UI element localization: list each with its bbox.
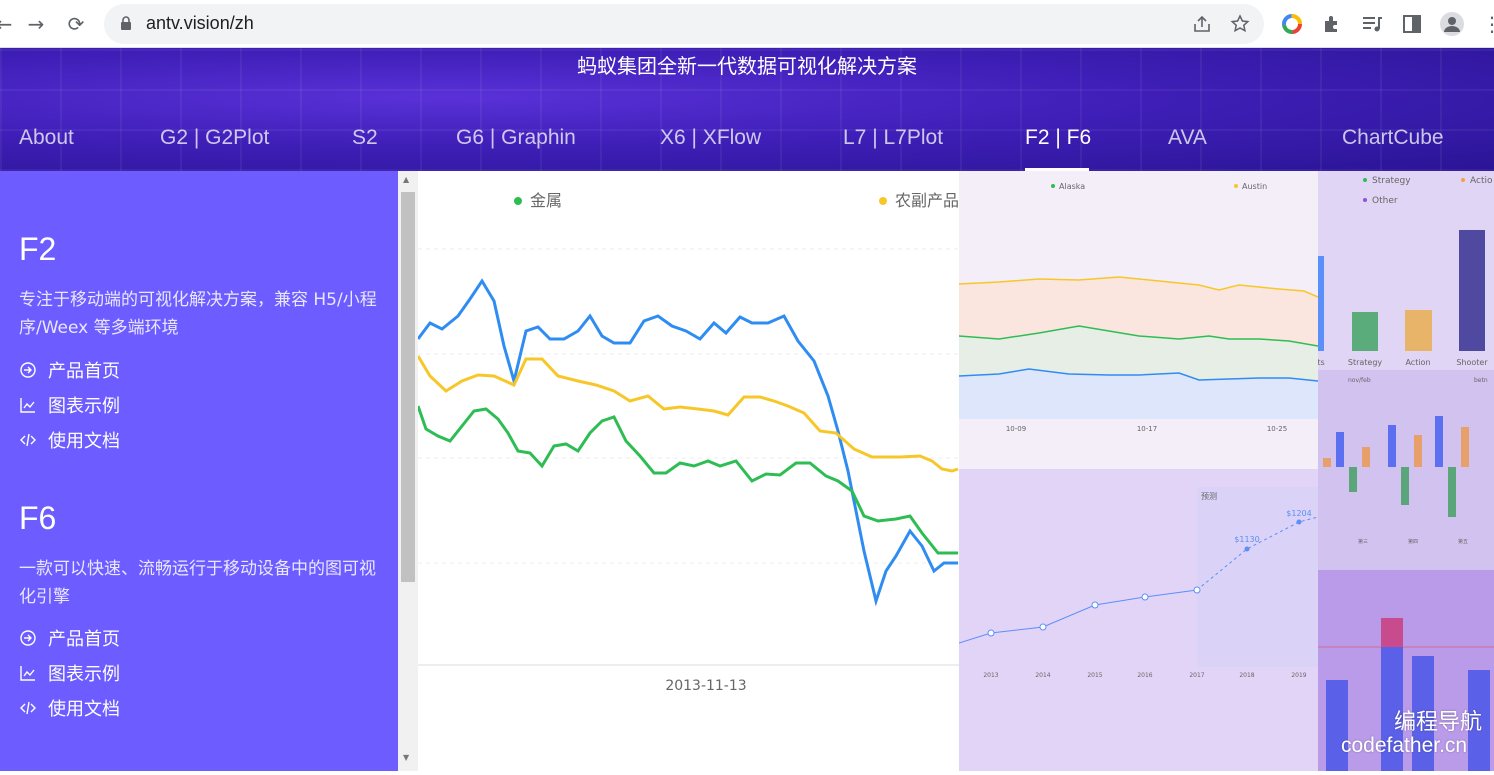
bookmark-star-icon[interactable] bbox=[1230, 14, 1250, 34]
forecast-value-2: $1204 bbox=[1286, 509, 1311, 518]
tab-ava[interactable]: AVA bbox=[1168, 126, 1207, 150]
line-chart-svg: 金属 农副产品 2013-11-13 bbox=[416, 191, 959, 694]
area-chart-svg: Alaska Austin 10-09 10-17 10-25 bbox=[958, 182, 1319, 433]
line-chart-icon bbox=[20, 666, 35, 681]
trend-year-6: 2018 bbox=[1239, 672, 1254, 679]
link-label[interactable]: 使用文档 bbox=[48, 427, 120, 453]
watermark-url: codefather.cn bbox=[1341, 734, 1468, 757]
media-queue-icon[interactable] bbox=[1360, 12, 1384, 36]
thumbnail-area-chart[interactable]: Alaska Austin 10-09 10-17 10-25 bbox=[958, 171, 1319, 469]
green-series-line bbox=[416, 405, 958, 555]
section-title-f2: F2 bbox=[19, 231, 57, 267]
url-text[interactable]: antv.vision/zh bbox=[146, 13, 254, 34]
bar-tick-4: Shooter bbox=[1456, 358, 1488, 367]
trend-year-3: 2015 bbox=[1087, 672, 1102, 679]
bar-tick-3: Action bbox=[1405, 358, 1430, 367]
link-label[interactable]: 产品首页 bbox=[48, 625, 120, 651]
browser-toolbar: ← → ⟳ antv.vision/zh ⋮ bbox=[0, 0, 1494, 48]
forecast-label: 预测 bbox=[1201, 491, 1217, 501]
tab-g2[interactable]: G2 | G2Plot bbox=[160, 126, 269, 150]
code-icon bbox=[20, 433, 36, 447]
link-label[interactable]: 使用文档 bbox=[48, 695, 120, 721]
f6-examples-link[interactable]: 图表示例 bbox=[19, 660, 120, 686]
address-bar[interactable]: antv.vision/zh bbox=[104, 4, 1264, 44]
area-tick-3: 10-25 bbox=[1267, 425, 1287, 433]
area-tick-2: 10-17 bbox=[1137, 425, 1157, 433]
f6-home-link[interactable]: 产品首页 bbox=[19, 625, 120, 651]
back-arrow-icon[interactable]: ← bbox=[0, 10, 18, 38]
area-legend-austin: Austin bbox=[1242, 182, 1267, 191]
showcase-line-chart: 金属 农副产品 2013-11-13 bbox=[416, 171, 959, 771]
tab-g6[interactable]: G6 | Graphin bbox=[456, 126, 576, 150]
section-desc-f2: 专注于移动端的可视化解决方案，兼容 H5/小程序/Weex 等多端环境 bbox=[19, 290, 377, 338]
tab-chartcube[interactable]: ChartCube bbox=[1342, 126, 1444, 150]
tab-l7[interactable]: L7 | L7Plot bbox=[843, 126, 943, 150]
legend-label-agri: 农副产品 bbox=[895, 191, 959, 210]
yellow-series-line bbox=[416, 355, 959, 473]
f2-examples-link[interactable]: 图表示例 bbox=[19, 392, 120, 418]
arrow-circle-icon bbox=[20, 362, 36, 378]
line-chart-icon bbox=[20, 398, 35, 413]
hero-title: 蚂蚁集团全新一代数据可视化解决方案 bbox=[577, 54, 917, 78]
blue-series-line bbox=[416, 278, 958, 607]
grouped-tick-3: 第五 bbox=[1458, 538, 1468, 545]
scroll-down-arrow-icon[interactable]: ▼ bbox=[403, 753, 409, 762]
scrollbar-thumb[interactable] bbox=[401, 192, 415, 582]
legend-dot-metal bbox=[514, 197, 522, 205]
link-label[interactable]: 产品首页 bbox=[48, 357, 120, 383]
bar-legend-action: Actio bbox=[1470, 176, 1493, 186]
extension-ring-icon[interactable] bbox=[1280, 12, 1304, 36]
trend-year-7: 2019 bbox=[1291, 672, 1306, 679]
tab-x6[interactable]: X6 | XFlow bbox=[660, 126, 761, 150]
area-legend-alaska: Alaska bbox=[1059, 182, 1085, 191]
grouped-legend-2: betn bbox=[1474, 377, 1488, 384]
trend-year-4: 2016 bbox=[1137, 672, 1152, 679]
grouped-legend-1: nov/feb bbox=[1348, 377, 1371, 384]
grouped-tick-1: 第三 bbox=[1358, 538, 1368, 545]
legend-label-metal: 金属 bbox=[530, 191, 562, 210]
trend-year-2: 2014 bbox=[1035, 672, 1050, 679]
bar-tick-1: ts bbox=[1318, 358, 1325, 367]
share-icon[interactable] bbox=[1192, 14, 1212, 34]
legend-dot-agri bbox=[879, 197, 887, 205]
trend-year-5: 2017 bbox=[1189, 672, 1204, 679]
grouped-tick-2: 第四 bbox=[1408, 538, 1418, 545]
bar-tick-2: Strategy bbox=[1348, 358, 1383, 367]
scroll-up-arrow-icon[interactable]: ▲ bbox=[403, 175, 409, 184]
trend-year-1: 2013 bbox=[983, 672, 998, 679]
bar-chart-svg: Strategy Actio Other ts Strategy Action … bbox=[1317, 176, 1493, 367]
forward-arrow-icon[interactable]: → bbox=[22, 10, 50, 38]
f6-docs-link[interactable]: 使用文档 bbox=[19, 695, 120, 721]
extensions-puzzle-icon[interactable] bbox=[1320, 12, 1344, 36]
trend-chart-svg: 预测 $1130 $1204 2013 2014 2015 2016 2017 … bbox=[958, 487, 1319, 679]
menu-kebab-icon[interactable]: ⋮ bbox=[1478, 10, 1494, 38]
code-icon bbox=[20, 701, 36, 715]
section-title-f6: F6 bbox=[19, 500, 57, 536]
thumbnail-trend-chart[interactable]: 预测 $1130 $1204 2013 2014 2015 2016 2017 … bbox=[958, 469, 1319, 771]
product-sidebar: F2 专注于移动端的可视化解决方案，兼容 H5/小程序/Weex 等多端环境 产… bbox=[0, 171, 398, 771]
bar-legend-strategy: Strategy bbox=[1372, 176, 1411, 186]
forecast-value-1: $1130 bbox=[1234, 535, 1259, 544]
tab-s2[interactable]: S2 bbox=[352, 126, 378, 150]
bar-legend-other: Other bbox=[1372, 196, 1398, 206]
grouped-bar-svg: nov/feb betn 第三 第四 第五 bbox=[1323, 377, 1488, 545]
thumbnail-bar-chart[interactable]: Strategy Actio Other ts Strategy Action … bbox=[1317, 171, 1494, 370]
link-label[interactable]: 图表示例 bbox=[48, 660, 120, 686]
reload-icon[interactable]: ⟳ bbox=[62, 10, 90, 38]
link-label[interactable]: 图表示例 bbox=[48, 392, 120, 418]
hero-banner: 蚂蚁集团全新一代数据可视化解决方案 About G2 | G2Plot S2 G… bbox=[0, 48, 1494, 171]
profile-avatar-icon[interactable] bbox=[1440, 12, 1464, 36]
area-tick-1: 10-09 bbox=[1006, 425, 1026, 433]
side-panel-icon[interactable] bbox=[1400, 12, 1424, 36]
x-axis-label: 2013-11-13 bbox=[665, 678, 746, 694]
section-desc-f6: 一款可以快速、流畅运行于移动设备中的图可视化引擎 bbox=[19, 559, 376, 607]
watermark-title: 编程导航 bbox=[1394, 710, 1483, 735]
thumbnail-grouped-bar-chart[interactable]: nov/feb betn 第三 第四 第五 bbox=[1318, 370, 1494, 570]
tab-f2[interactable]: F2 | F6 bbox=[1025, 126, 1091, 150]
lock-icon bbox=[121, 16, 131, 30]
tab-about[interactable]: About bbox=[19, 126, 74, 150]
f2-docs-link[interactable]: 使用文档 bbox=[19, 427, 120, 453]
f2-home-link[interactable]: 产品首页 bbox=[19, 357, 120, 383]
arrow-circle-icon bbox=[20, 630, 36, 646]
